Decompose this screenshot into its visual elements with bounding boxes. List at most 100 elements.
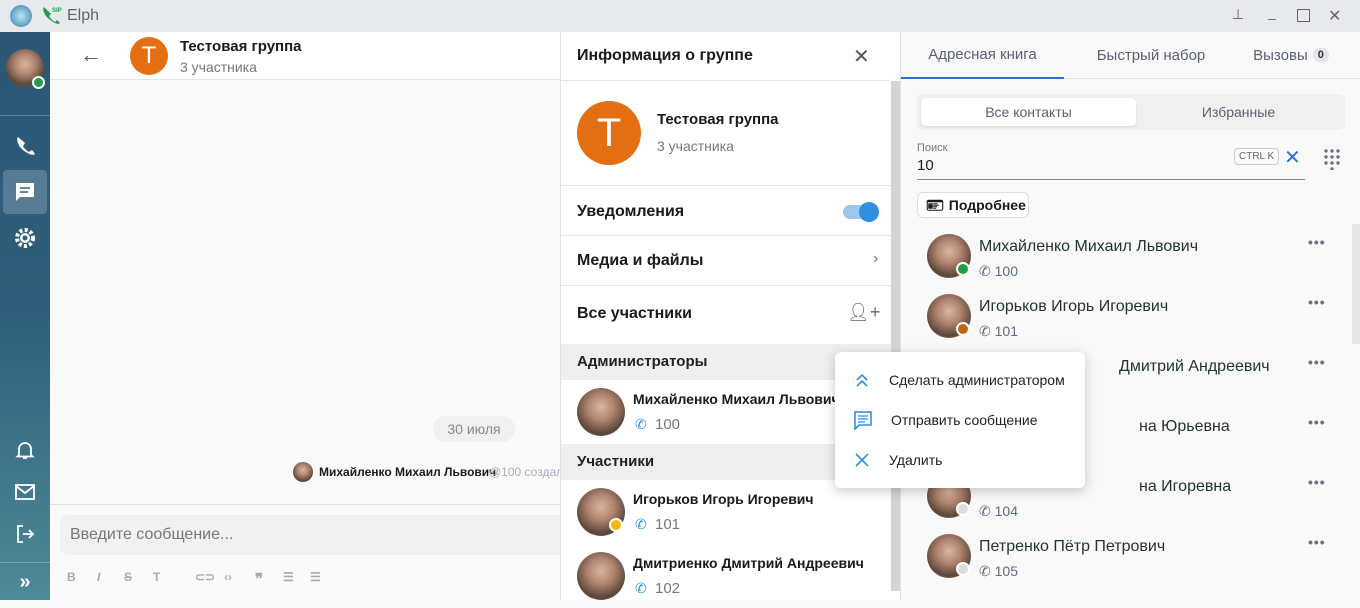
status-icon	[956, 502, 970, 516]
strikethrough-icon[interactable]: S	[124, 570, 132, 584]
make-admin-menu-item[interactable]: Сделать администратором	[835, 360, 1085, 400]
menu-label: Отправить сообщение	[891, 412, 1038, 428]
search-input[interactable]: Поиск 10 CTRL K ✕	[917, 138, 1305, 180]
contact-item[interactable]: Михайленко Михаил Львович ✆ 100 •••	[901, 230, 1341, 290]
nav-mail[interactable]	[3, 470, 47, 514]
admin-name: Михайленко Михаил Львович	[633, 391, 840, 407]
add-member-icon[interactable]: 👤︎+	[847, 302, 880, 323]
status-icon	[956, 262, 970, 276]
close-icon	[855, 453, 869, 467]
pin-button[interactable]: ⊥	[1232, 6, 1244, 23]
nav-settings[interactable]	[3, 216, 47, 260]
info-scrollbar[interactable]	[891, 81, 900, 591]
filter-favorites[interactable]: Избранные	[1136, 98, 1341, 126]
nav-phone[interactable]	[3, 124, 47, 168]
nav-logout[interactable]	[3, 512, 47, 556]
close-window-button[interactable]: ✕	[1328, 6, 1341, 26]
details-label: Подробнее	[948, 197, 1026, 213]
search-value: 10	[917, 157, 934, 174]
media-row[interactable]: Медиа и файлы ›	[561, 236, 891, 286]
contact-number-value: 105	[994, 563, 1018, 579]
member-name: Дмитриенко Дмитрий Андреевич	[633, 555, 864, 571]
details-button[interactable]: 🪪︎ Подробнее	[917, 192, 1029, 218]
chevron-right-icon: ›	[873, 250, 879, 267]
contacts-scrollbar[interactable]	[1352, 224, 1360, 344]
shortcut-hint: CTRL K	[1234, 148, 1280, 165]
menu-label: Удалить	[889, 452, 943, 468]
contact-name: на Игоревна	[1139, 478, 1232, 495]
clear-search-button[interactable]: ✕	[1284, 145, 1301, 170]
expand-nav-button[interactable]: »	[3, 560, 47, 604]
chat-icon	[16, 183, 34, 201]
contact-number: ✆ 100	[979, 263, 1018, 279]
close-info-button[interactable]: ✕	[853, 44, 870, 69]
member-context-menu: Сделать администратором Отправить сообще…	[835, 352, 1085, 488]
more-options-icon[interactable]: •••	[1308, 294, 1326, 310]
info-group-avatar: Т	[577, 101, 641, 165]
dialpad-icon[interactable]	[1323, 148, 1341, 171]
text-icon[interactable]: T	[153, 570, 160, 584]
online-status-icon	[32, 76, 45, 89]
contact-name: Михайленко Михаил Львович	[979, 238, 1199, 255]
quote-icon[interactable]: ❞	[255, 570, 263, 588]
contacts-filter: Все контакты Избранные	[917, 94, 1345, 130]
more-options-icon[interactable]: •••	[1308, 534, 1326, 550]
more-options-icon[interactable]: •••	[1308, 414, 1326, 430]
group-info-panel: Информация о группе ✕ Т Тестовая группа …	[560, 32, 900, 600]
tab-speed-dial[interactable]: Быстрый набор	[1071, 32, 1231, 78]
member-number: 102	[655, 580, 681, 597]
bullet-list-icon[interactable]: ☰	[283, 570, 294, 584]
chat-members: 3 участника	[180, 59, 257, 75]
minimize-button[interactable]: _	[1268, 4, 1276, 20]
contacts-panel: Адресная книга Быстрый набор Вызовы 0 Все…	[900, 32, 1360, 600]
member-item[interactable]: Игорьков Игорь Игоревич ✆ 101	[561, 480, 891, 544]
double-chevron-up-icon	[856, 373, 868, 387]
left-nav: »	[0, 32, 50, 600]
send-message-menu-item[interactable]: Отправить сообщение	[835, 400, 1085, 440]
contact-number-value: 100	[994, 263, 1018, 279]
filter-all-contacts[interactable]: Все контакты	[921, 98, 1136, 126]
numbered-list-icon[interactable]: ☰	[310, 570, 321, 584]
calls-badge: 0	[1312, 48, 1329, 62]
maximize-button[interactable]	[1297, 9, 1310, 22]
message-input[interactable]: Введите сообщение...	[60, 515, 560, 555]
format-toolbar: B I S T ⊂⊃ ‹› ❞ ☰ ☰	[67, 570, 367, 588]
chat-panel: ← Т Тестовая группа 3 участника 30 июля …	[50, 32, 560, 600]
contact-card-icon: 🪪︎	[926, 196, 944, 213]
remove-menu-item[interactable]: Удалить	[835, 440, 1085, 480]
tab-calls[interactable]: Вызовы 0	[1221, 32, 1360, 78]
tab-address-book[interactable]: Адресная книга	[901, 32, 1064, 79]
event-author: Михайленко Михаил Львович	[319, 465, 497, 479]
nav-chats[interactable]	[3, 170, 47, 214]
member-item[interactable]: Дмитриенко Дмитрий Андреевич ✆ 102	[561, 544, 891, 608]
more-options-icon[interactable]: •••	[1308, 234, 1326, 250]
event-text: @100 создал	[489, 465, 560, 479]
back-arrow-icon[interactable]: ←	[80, 42, 102, 68]
chat-title: Тестовая группа	[180, 38, 302, 55]
gear-icon	[15, 228, 35, 248]
contact-item[interactable]: Петренко Пётр Петрович ✆ 105 •••	[901, 530, 1341, 590]
more-options-icon[interactable]: •••	[1308, 354, 1326, 370]
contact-item[interactable]: Игорьков Игорь Игоревич ✆ 101 •••	[901, 290, 1341, 350]
contact-number: ✆ 105	[979, 563, 1018, 579]
bold-icon[interactable]: B	[67, 570, 76, 584]
phone-icon: ✆	[635, 516, 647, 532]
notifications-toggle[interactable]	[843, 202, 879, 222]
nav-notifications[interactable]	[3, 428, 47, 472]
bell-icon	[15, 442, 35, 459]
more-options-icon[interactable]: •••	[1308, 474, 1326, 490]
phone-icon	[17, 137, 35, 155]
event-avatar	[293, 462, 313, 482]
group-avatar: Т	[130, 37, 168, 75]
logout-icon	[17, 525, 35, 543]
link-icon[interactable]: ⊂⊃	[195, 570, 215, 584]
contact-number: ✆ 104	[979, 503, 1018, 519]
sip-phone-icon: SIP	[40, 4, 62, 26]
italic-icon[interactable]: I	[97, 570, 100, 584]
notifications-label: Уведомления	[577, 203, 685, 220]
code-icon[interactable]: ‹›	[224, 570, 232, 584]
date-chip: 30 июля	[433, 416, 515, 442]
app-title: Elph	[67, 7, 100, 24]
svg-text:SIP: SIP	[52, 8, 62, 14]
member-number: 101	[655, 516, 681, 533]
